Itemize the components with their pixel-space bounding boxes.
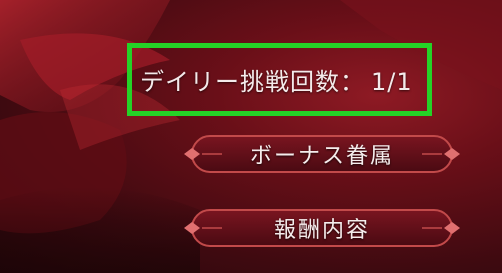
reward-content-label: 報酬内容	[273, 218, 370, 243]
daily-challenge-value: 1/1	[371, 68, 413, 96]
daily-challenge-count: デイリー挑戦回数： 1/1	[140, 62, 430, 102]
reward-content-button[interactable]: 報酬内容	[178, 206, 466, 250]
bonus-familiar-label: ボーナス眷属	[249, 144, 394, 169]
game-screen: デイリー挑戦回数： 1/1 ボーナス眷属 報酬内容	[0, 0, 502, 273]
bonus-familiar-button[interactable]: ボーナス眷属	[178, 132, 466, 176]
daily-challenge-label: デイリー挑戦回数：	[140, 68, 365, 96]
